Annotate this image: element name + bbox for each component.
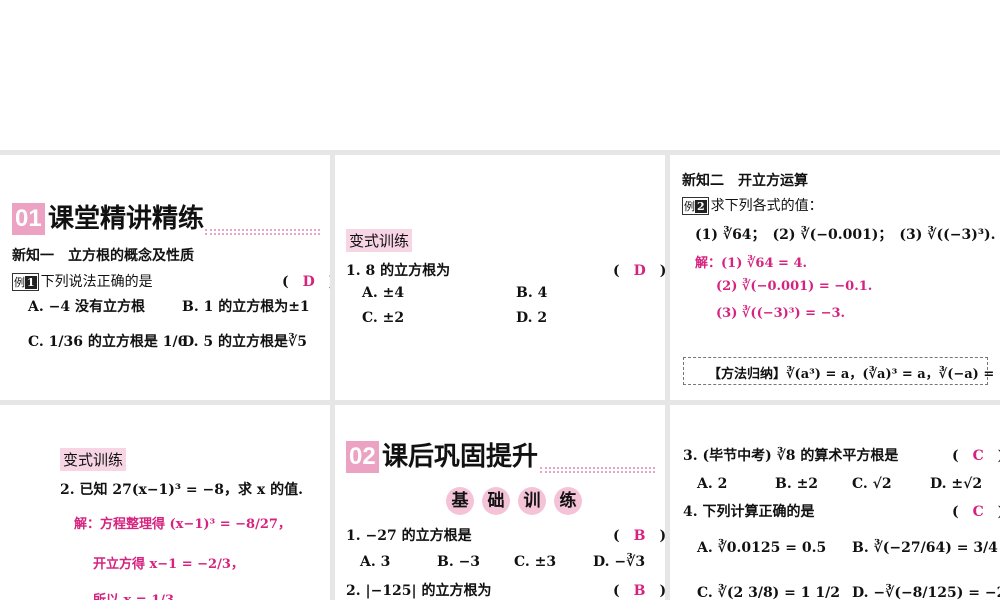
option-a: A. 3 (360, 554, 391, 570)
solution-line-1: 解：方程整理得 (x−1)³ = −8/27， (74, 517, 291, 532)
option-c: C. ±2 (362, 310, 405, 326)
example-question: 例 2 求下列各式的值： (682, 197, 823, 215)
question-4: 4. 下列计算正确的是 (683, 504, 815, 520)
option-a: A. 2 (697, 476, 728, 492)
variant-training-tag: 变式训练 (346, 229, 413, 252)
question-2: 2. 已知 27(x−1)³ = −8，求 x 的值. (60, 482, 303, 498)
solution-line-1: 解：(1) ∛64 = 4. (695, 256, 808, 271)
option-b: B. ±2 (775, 476, 819, 492)
option-a: A. −4 没有立方根 (28, 299, 145, 315)
option-b: B. −3 (437, 554, 481, 570)
question-3: 3. (毕节中考) ∛8 的算术平方根是 (683, 448, 899, 464)
solution-line-3: (3) ∛((−3)³) = −3. (716, 306, 846, 321)
answer-bracket: ( B ) (613, 583, 665, 599)
example-question: 例 1 下列说法正确的是 (12, 273, 153, 291)
heading-char: 练 (554, 487, 582, 515)
question-2: 2. |−125| 的立方根为 (346, 583, 492, 599)
method-summary: 【方法归纳】∛(a³) = a，(∛a)³ = a，∛(−a) = −∛a. (708, 367, 1000, 382)
section-number: 01 (12, 203, 45, 235)
topic-heading: 新知一 立方根的概念及性质 (12, 248, 194, 264)
option-d: D. −∛(−8/125) = −2/5 (852, 585, 1000, 600)
question-1: 1. 8 的立方根为 (346, 263, 451, 279)
dotted-divider (540, 467, 655, 473)
section-title: 课后巩固提升 (382, 442, 539, 472)
option-c: C. ±3 (514, 554, 557, 570)
panel-cube-root-concept: 01 课堂精讲精练 新知一 立方根的概念及性质 例1下列说法正确的是 ( D )… (0, 155, 330, 400)
dotted-divider (205, 229, 320, 235)
solution-line-2: 开立方得 x−1 = −2/3， (93, 557, 244, 572)
panel-variant-training-2: 变式训练 2. 已知 27(x−1)³ = −8，求 x 的值. 解：方程整理得… (0, 405, 330, 600)
solution-line-2: (2) ∛(−0.001) = −0.1. (716, 279, 873, 294)
topic-heading: 新知二 开立方运算 (682, 173, 808, 189)
variant-training-tag: 变式训练 (60, 448, 127, 471)
panel-questions-3-4: 3. (毕节中考) ∛8 的算术平方根是 ( C ) A. 2 B. ±2 C.… (670, 405, 1000, 600)
section-number: 02 (346, 441, 379, 473)
option-a: A. ∛0.0125 = 0.5 (697, 540, 827, 556)
answer-bracket: ( C ) (952, 504, 1000, 520)
option-d: D. −∛3 (593, 554, 646, 570)
example-badge: 例2 (682, 197, 709, 215)
answer-bracket: ( D ) (613, 263, 665, 279)
section-title: 课堂精讲精练 (48, 204, 205, 234)
heading-char: 训 (518, 487, 546, 515)
heading-char: 基 (446, 487, 474, 515)
answer-bracket: ( B ) (613, 528, 665, 544)
question-1: 1. −27 的立方根是 (346, 528, 472, 544)
option-c: C. 1/36 的立方根是 1/6 (28, 334, 188, 350)
panel-cube-root-operations: 新知二 开立方运算 例 2 求下列各式的值： (1) ∛64； (2) ∛(−0.0… (670, 155, 1000, 400)
example-items: (1) ∛64； (2) ∛(−0.001)； (3) ∛((−3)³). (695, 227, 996, 243)
option-b: B. 1 的立方根为±1 (182, 299, 310, 315)
answer-bracket: ( C ) (952, 448, 1000, 464)
heading-char: 础 (482, 487, 510, 515)
option-b: B. ∛(−27/64) = 3/4 (852, 540, 998, 556)
answer-bracket: ( D ) (282, 274, 330, 290)
option-c: C. ∛(2 3/8) = 1 1/2 (697, 585, 840, 600)
option-b: B. 4 (516, 285, 548, 301)
solution-line-3: 所以 x = 1/3 (93, 589, 174, 600)
option-d: D. 5 的立方根是∛5 (182, 334, 307, 350)
panel-after-class: 02 课后巩固提升 基础训练 1. −27 的立方根是 ( B ) A. 3 B… (335, 405, 665, 600)
option-d: D. ±√2 (930, 476, 983, 492)
option-c: C. √2 (852, 476, 892, 492)
panel-variant-training-1: 变式训练 1. 8 的立方根为 ( D ) A. ±4 B. 4 C. ±2 D… (335, 155, 665, 400)
basic-training-heading: 基础训练 (446, 487, 590, 515)
option-a: A. ±4 (362, 285, 405, 301)
option-d: D. 2 (516, 310, 548, 326)
example-badge: 例1 (12, 273, 39, 291)
